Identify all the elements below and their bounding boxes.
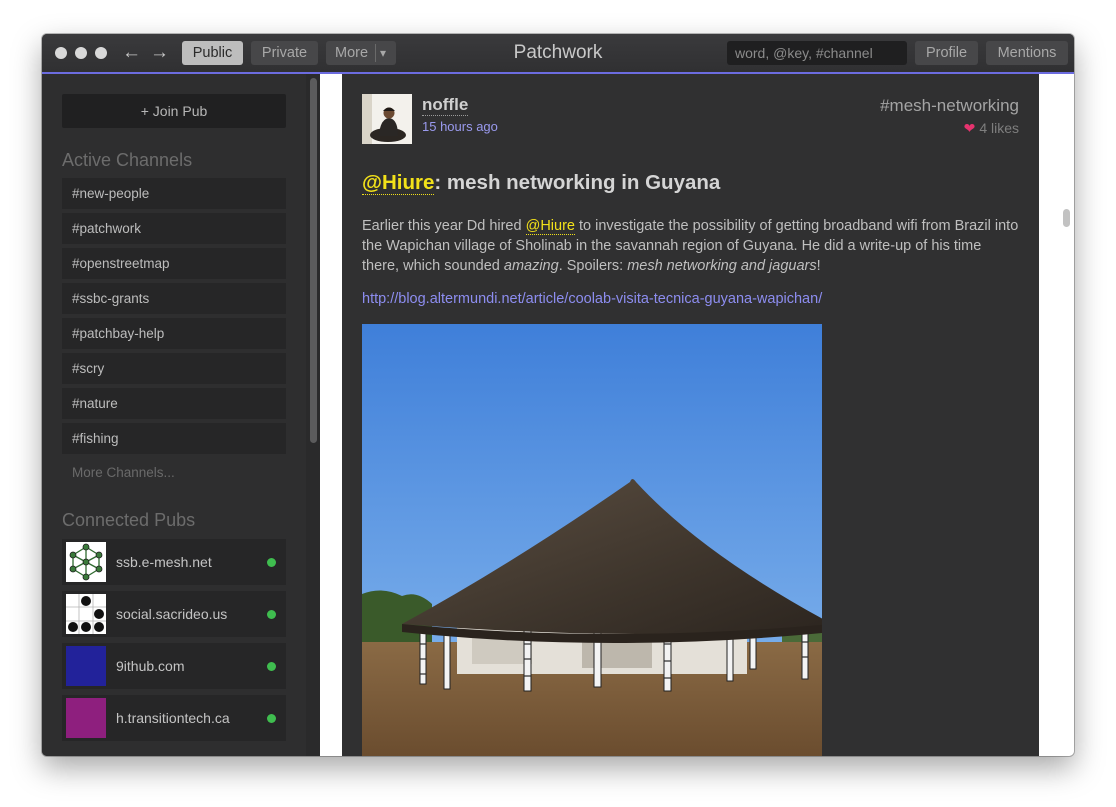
profile-button[interactable]: Profile: [915, 41, 978, 65]
channel-item[interactable]: #patchbay-help: [62, 318, 286, 349]
online-status-icon: [267, 610, 276, 619]
heart-icon: ❤: [963, 120, 976, 136]
external-link[interactable]: http://blog.altermundi.net/article/coola…: [362, 291, 822, 307]
join-pub-button[interactable]: + Join Pub: [62, 94, 286, 128]
post-card: noffle 15 hours ago #mesh-networking ❤ 4 …: [342, 74, 1039, 756]
pub-avatar: [66, 646, 106, 686]
post-body: Earlier this year Dd hired @Hiure to inv…: [362, 216, 1022, 276]
pub-name: 9ithub.com: [116, 658, 185, 674]
online-status-icon: [267, 558, 276, 567]
post-title-text: : mesh networking in Guyana: [434, 171, 721, 194]
pub-item[interactable]: ssb.e-mesh.net: [62, 539, 286, 585]
minimize-window-button[interactable]: [75, 47, 87, 59]
pub-item[interactable]: social.sacrideo.us: [62, 591, 286, 637]
pub-item[interactable]: 9ithub.com: [62, 643, 286, 689]
pub-avatar: [66, 698, 106, 738]
thatched-hut-photo[interactable]: [362, 324, 822, 756]
active-channels-heading: Active Channels: [62, 150, 193, 170]
pub-name: social.sacrideo.us: [116, 606, 228, 622]
channel-item[interactable]: #ssbc-grants: [62, 283, 286, 314]
pub-name: ssb.e-mesh.net: [116, 554, 212, 570]
post-title: @Hiure: mesh networking in Guyana: [362, 171, 720, 195]
likes-label: 4 likes: [979, 120, 1019, 136]
mesh-network-avatar-icon: [66, 542, 106, 582]
author-name[interactable]: noffle: [422, 95, 469, 116]
main-scrollbar-thumb[interactable]: [1063, 209, 1070, 227]
more-menu-button[interactable]: More ▾: [326, 41, 396, 65]
private-tab-button[interactable]: Private: [251, 41, 318, 65]
zoom-window-button[interactable]: [95, 47, 107, 59]
body-text: . Spoilers:: [558, 258, 628, 274]
app-window: ← → Public Private More ▾ Patchwork Prof…: [42, 34, 1074, 756]
channel-item[interactable]: #fishing: [62, 423, 286, 454]
connected-pubs-heading: Connected Pubs: [62, 510, 196, 530]
pub-name: h.transitiontech.ca: [116, 710, 230, 726]
more-label: More: [335, 45, 369, 61]
likes-count[interactable]: ❤ 4 likes: [964, 120, 1019, 137]
post-timestamp[interactable]: 15 hours ago: [422, 119, 498, 134]
mentions-button[interactable]: Mentions: [986, 41, 1068, 65]
body-text: !: [816, 258, 821, 274]
close-window-button[interactable]: [55, 47, 67, 59]
channel-item[interactable]: #new-people: [62, 178, 286, 209]
more-channels-link[interactable]: More Channels...: [72, 465, 175, 480]
channel-item[interactable]: #scry: [62, 353, 286, 384]
channel-item[interactable]: #nature: [62, 388, 286, 419]
pub-item[interactable]: h.transitiontech.ca: [62, 695, 286, 741]
body-text: Earlier this year Dd hired: [362, 218, 526, 234]
channel-item[interactable]: #patchwork: [62, 213, 286, 244]
main-scrollbar-track[interactable]: [1061, 74, 1074, 756]
more-separator: [375, 44, 376, 62]
author-avatar[interactable]: [362, 94, 412, 144]
dots-grid-avatar-icon: [66, 594, 106, 634]
sidebar: + Join Pub Active Channels #new-people #…: [42, 74, 320, 756]
forward-arrow-icon[interactable]: →: [150, 42, 169, 64]
search-input[interactable]: [727, 41, 907, 65]
mention-link[interactable]: @Hiure: [362, 171, 435, 195]
back-arrow-icon[interactable]: ←: [122, 42, 141, 64]
online-status-icon: [267, 714, 276, 723]
public-tab-button[interactable]: Public: [182, 41, 243, 65]
body-emphasis: amazing: [503, 258, 559, 274]
sidebar-scrollbar-thumb[interactable]: [310, 78, 317, 443]
body-emphasis: mesh networking and jaguars: [627, 258, 817, 274]
titlebar: ← → Public Private More ▾ Patchwork Prof…: [42, 34, 1074, 74]
online-status-icon: [267, 662, 276, 671]
chevron-down-icon: ▾: [380, 46, 387, 60]
post-channel-tag[interactable]: #mesh-networking: [880, 96, 1019, 116]
channel-item[interactable]: #openstreetmap: [62, 248, 286, 279]
mention-link[interactable]: @Hiure: [525, 218, 575, 235]
